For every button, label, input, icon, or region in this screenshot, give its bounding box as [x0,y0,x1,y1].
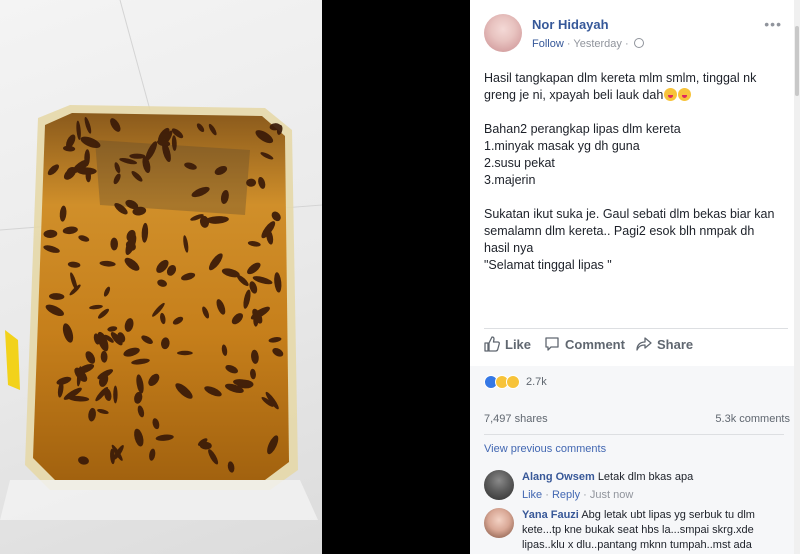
globe-icon [633,38,644,48]
commenter-name[interactable]: Yana Fauzi [522,509,579,521]
post-line: Hasil tangkapan dlm kereta mlm smlm, tin… [484,71,757,85]
share-label: Share [657,336,694,352]
comment-actions-separator: · [545,489,552,501]
author-avatar[interactable] [484,14,522,52]
cockroach-shape [177,350,193,356]
cockroach-shape [113,385,118,404]
comment-button[interactable]: Comment [544,336,625,352]
commenter-name[interactable]: Alang Owsem [522,471,595,483]
like-label: Like [505,336,532,352]
post-meta: Follow · Yesterday · [532,38,644,50]
post-line: Bahan2 perangkap lipas dlm kereta [484,122,681,136]
haha-reaction-icon [506,375,520,389]
scrollbar[interactable] [794,0,800,554]
post-photo[interactable] [0,0,322,554]
post-line: hasil nya [484,241,534,255]
comment-icon [545,337,559,351]
post-header: Nor Hidayah Follow · Yesterday · ••• [484,14,790,58]
post-line: Sukatan ikut suka je. Gaul sebati dlm be… [484,207,775,221]
comment-body: Alang Owsem Letak dlm bkas apa Like · Re… [522,470,784,503]
post-timestamp[interactable]: Yesterday [573,38,622,50]
post-paragraph-3: Sukatan ikut suka je. Gaul sebati dlm be… [484,206,784,274]
post-panel: Nor Hidayah Follow · Yesterday · ••• Has… [470,0,800,554]
comment-actions: Like · Reply · Just now [522,488,784,503]
post-line: semalamn dlm kereta.. Pagi2 esok blh nmp… [484,224,755,238]
view-previous-comments-link[interactable]: View previous comments [484,443,606,455]
comment-reply-link[interactable]: Reply [552,489,580,501]
engagement-section: 2.7k 7,497 shares 5.3k comments View pre… [470,366,794,554]
shares-count[interactable]: 7,497 shares [484,413,548,425]
post-line: 2.susu pekat [484,156,555,170]
post-paragraph-1: Hasil tangkapan dlm kereta mlm smlm, tin… [484,70,784,104]
post-line-text: greng je ni, xpayah beli lauk dah [484,88,664,102]
comment-text: Letak dlm bkas apa [597,471,694,483]
comment-body: Yana Fauzi Abg letak ubt lipas yg serbuk… [522,508,784,553]
follow-link[interactable]: Follow [532,38,564,50]
laughing-emoji-icon [664,88,678,101]
author-name[interactable]: Nor Hidayah [532,17,609,32]
comment-time[interactable]: Just now [590,489,633,501]
laughing-emoji-icon [678,88,692,101]
post-paragraph-2: Bahan2 perangkap lipas dlm kereta 1.miny… [484,121,784,189]
post-line: "Selamat tinggal lipas " [484,258,612,272]
actions-divider [484,328,788,329]
post-text: Hasil tangkapan dlm kereta mlm smlm, tin… [484,70,784,291]
scrollbar-thumb[interactable] [795,26,799,96]
thumbs-up-icon [484,336,500,352]
comments-count[interactable]: 5.3k comments [715,413,790,425]
photo-illustration [0,0,322,520]
share-button[interactable]: Share [636,336,693,352]
comment-actions-separator: · [583,489,590,501]
comment-like-link[interactable]: Like [522,489,542,501]
post-line: greng je ni, xpayah beli lauk dah [484,87,784,104]
meta-separator: · [624,38,632,50]
reaction-count: 2.7k [526,376,547,388]
comment-label: Comment [565,336,625,352]
like-button[interactable]: Like [484,336,531,352]
commenter-avatar[interactable] [484,508,514,538]
post-line: 3.majerin [484,173,536,187]
photo-viewer [0,0,470,554]
engagement-divider [484,434,784,435]
more-options-icon[interactable]: ••• [764,16,782,32]
post-line: 1.minyak masak yg dh guna [484,139,640,153]
share-icon [636,337,652,351]
reaction-summary[interactable]: 2.7k [484,375,547,389]
commenter-avatar[interactable] [484,470,514,500]
